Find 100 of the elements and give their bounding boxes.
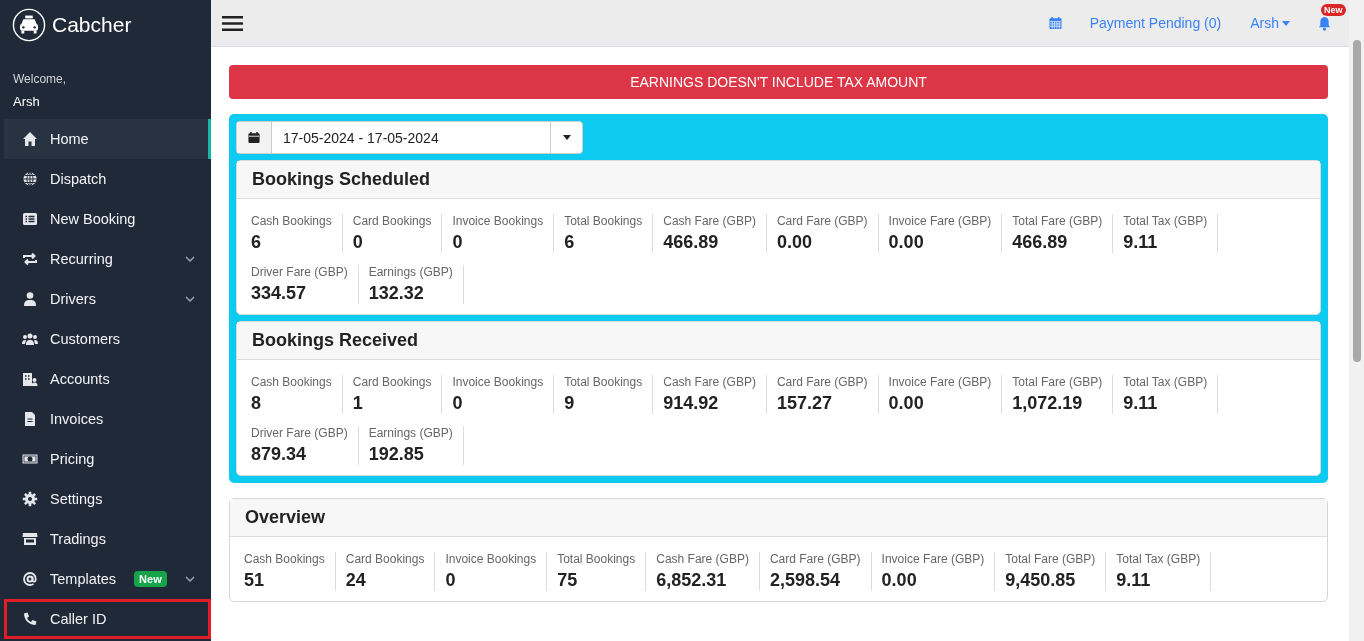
phone-icon bbox=[22, 611, 38, 627]
sidebar-item[interactable]: Drivers bbox=[4, 279, 211, 319]
stat-label: Total Tax (GBP) bbox=[1116, 552, 1201, 566]
gear-icon bbox=[22, 491, 38, 507]
repeat-icon bbox=[22, 251, 38, 267]
caret-icon bbox=[1282, 20, 1290, 26]
sidebar-item[interactable]: Settings bbox=[4, 479, 211, 519]
stat-label: Cash Bookings bbox=[251, 375, 332, 389]
stat-label: Driver Fare (GBP) bbox=[251, 426, 348, 440]
stat-label: Total Fare (GBP) bbox=[1012, 375, 1103, 389]
stat-label: Invoice Bookings bbox=[452, 375, 544, 389]
sidebar-item[interactable]: Dispatch bbox=[4, 159, 211, 199]
stat-value: 0.00 bbox=[881, 570, 918, 591]
card-title: Overview bbox=[230, 499, 1327, 537]
stat-value: 192.85 bbox=[368, 444, 425, 465]
sidebar-item[interactable]: Customers bbox=[4, 319, 211, 359]
scrollbar[interactable] bbox=[1349, 0, 1364, 641]
stat-label: Total Bookings bbox=[564, 214, 643, 228]
stat-value: 1 bbox=[352, 393, 364, 414]
stat-value: 24 bbox=[345, 570, 367, 591]
notification-badge: New bbox=[1321, 3, 1346, 16]
document-icon bbox=[22, 411, 38, 427]
stat-label: Card Fare (GBP) bbox=[776, 214, 868, 228]
stat-value: 1,072.19 bbox=[1012, 393, 1084, 414]
stat-value: 9.11 bbox=[1123, 393, 1159, 414]
stat-label: Earnings (GBP) bbox=[368, 426, 453, 440]
menu-icon[interactable] bbox=[222, 14, 243, 32]
stat-value: 914.92 bbox=[663, 393, 720, 414]
stat-label: Total Fare (GBP) bbox=[1005, 552, 1096, 566]
caret-icon bbox=[562, 135, 571, 140]
stat-value: 0 bbox=[445, 570, 457, 591]
at-sign-icon bbox=[22, 571, 38, 587]
stat-value: 157.27 bbox=[776, 393, 833, 414]
new-badge: New bbox=[134, 571, 167, 587]
stat-value: 6 bbox=[251, 232, 262, 253]
stat-label: Invoice Bookings bbox=[445, 552, 537, 566]
stat-value: 0.00 bbox=[888, 232, 925, 253]
people-icon bbox=[22, 331, 38, 347]
sidebar-item[interactable]: Pricing bbox=[4, 439, 211, 479]
stat-value: 879.34 bbox=[251, 444, 308, 465]
stat-value: 51 bbox=[244, 570, 266, 591]
stat-value: 9.11 bbox=[1116, 570, 1152, 591]
welcome-text: Welcome, bbox=[13, 72, 68, 86]
stat-label: Cash Fare (GBP) bbox=[663, 214, 756, 228]
sidebar-item[interactable]: Recurring bbox=[4, 239, 211, 279]
stat-label: Invoice Fare (GBP) bbox=[888, 375, 992, 389]
list-icon bbox=[22, 211, 38, 227]
stat-value: 6,852.31 bbox=[656, 570, 728, 591]
stat-value: 466.89 bbox=[1012, 232, 1069, 253]
stat-label: Cash Bookings bbox=[244, 552, 325, 566]
stat-label: Cash Bookings bbox=[251, 214, 332, 228]
sidebar-item[interactable]: Home bbox=[4, 119, 211, 159]
stat-label: Earnings (GBP) bbox=[368, 265, 453, 279]
sidebar-item[interactable]: Caller ID bbox=[4, 599, 211, 639]
stat-label: Total Tax (GBP) bbox=[1123, 375, 1208, 389]
stat-value: 0 bbox=[452, 232, 464, 253]
card-title: Bookings Scheduled bbox=[237, 161, 1320, 199]
stat-label: Total Fare (GBP) bbox=[1012, 214, 1103, 228]
date-range-field[interactable]: 17-05-2024 - 17-05-2024 bbox=[236, 121, 583, 154]
stat-value: 9 bbox=[564, 393, 576, 414]
home-icon bbox=[22, 131, 38, 147]
person-icon bbox=[22, 291, 38, 307]
stat-label: Total Bookings bbox=[564, 375, 643, 389]
stat-label: Card Bookings bbox=[345, 552, 425, 566]
chevron-down-icon bbox=[185, 256, 195, 262]
stat-label: Card Fare (GBP) bbox=[776, 375, 868, 389]
stat-value: 9,450.85 bbox=[1005, 570, 1077, 591]
building-icon bbox=[22, 371, 38, 387]
brand-name: Cabcher bbox=[52, 13, 132, 37]
stat-value: 466.89 bbox=[663, 232, 720, 253]
stat-value: 0 bbox=[352, 232, 364, 253]
stat-value: 334.57 bbox=[251, 283, 308, 304]
sidebar-item[interactable]: Invoices bbox=[4, 399, 211, 439]
stat-label: Card Bookings bbox=[352, 214, 432, 228]
alert-banner: EARNINGS DOESN'T INCLUDE TAX AMOUNT bbox=[229, 65, 1328, 99]
stat-label: Cash Fare (GBP) bbox=[656, 552, 749, 566]
sidebar-item[interactable]: Templates New bbox=[4, 559, 211, 599]
stat-value: 8 bbox=[251, 393, 262, 414]
stat-value: 132.32 bbox=[368, 283, 425, 304]
stat-label: Total Bookings bbox=[557, 552, 636, 566]
stat-label: Invoice Bookings bbox=[452, 214, 544, 228]
bell-icon[interactable] bbox=[1318, 15, 1331, 31]
stat-value: 9.11 bbox=[1123, 232, 1159, 253]
calendar-icon[interactable] bbox=[1048, 16, 1062, 30]
stat-value: 75 bbox=[557, 570, 579, 591]
stat-value: 0 bbox=[452, 393, 464, 414]
sidebar-item[interactable]: New Booking bbox=[4, 199, 211, 239]
stat-label: Invoice Fare (GBP) bbox=[881, 552, 985, 566]
card-title: Bookings Received bbox=[237, 322, 1320, 360]
stat-label: Card Bookings bbox=[352, 375, 432, 389]
user-name: Arsh bbox=[13, 94, 41, 109]
car-logo-icon bbox=[12, 8, 46, 42]
store-icon bbox=[22, 531, 38, 547]
sidebar-item[interactable]: Tradings bbox=[4, 519, 211, 559]
stat-label: Invoice Fare (GBP) bbox=[888, 214, 992, 228]
stat-value: 0.00 bbox=[888, 393, 925, 414]
stat-label: Card Fare (GBP) bbox=[769, 552, 861, 566]
sidebar-item[interactable]: Accounts bbox=[4, 359, 211, 399]
stat-label: Cash Fare (GBP) bbox=[663, 375, 756, 389]
stat-value: 6 bbox=[564, 232, 576, 253]
